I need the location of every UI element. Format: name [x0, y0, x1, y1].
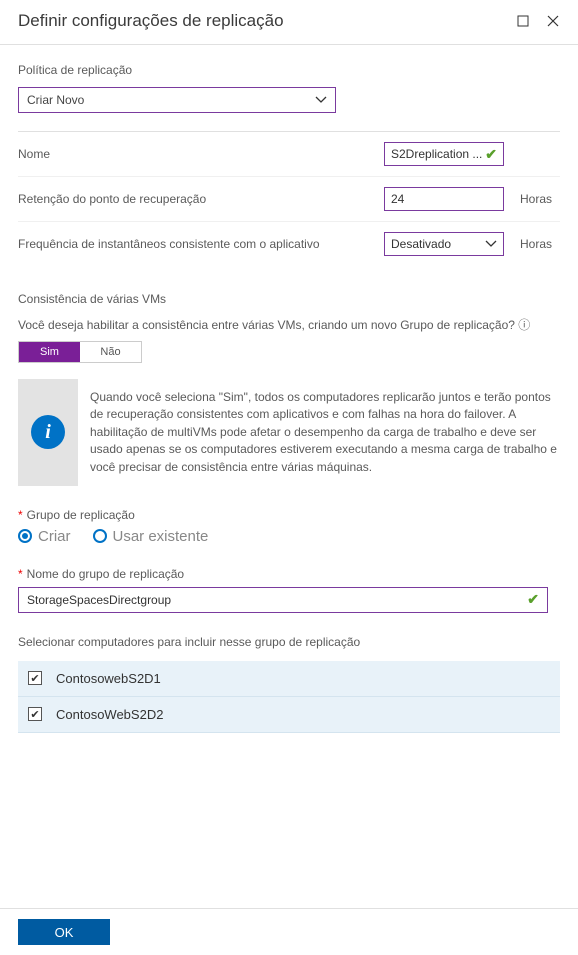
list-item-label: ContosoWebS2D2 — [56, 707, 163, 722]
multivm-heading: Consistência de várias VMs — [18, 292, 560, 306]
repgroup-name-label-text: Nome do grupo de replicação — [27, 567, 184, 581]
list-item[interactable]: ✔ ContosoWebS2D2 — [18, 697, 560, 733]
multivm-question: Você deseja habilitar a consistência ent… — [18, 316, 560, 333]
retention-input[interactable] — [391, 192, 497, 206]
checkbox[interactable]: ✔ — [28, 707, 42, 721]
radio-existing-label[interactable]: Usar existente — [113, 528, 209, 545]
check-icon: ✔ — [485, 146, 497, 163]
policy-select[interactable]: Criar Novo — [18, 87, 336, 113]
yes-no-toggle: Sim Não — [18, 341, 142, 363]
repgroup-radio-row: Criar Usar existente — [18, 528, 560, 545]
required-asterisk: * — [18, 567, 23, 581]
retention-label: Retenção do ponto de recuperação — [18, 192, 384, 206]
snapshot-label: Frequência de instantâneos consistente c… — [18, 237, 384, 251]
ok-button[interactable]: OK — [18, 919, 110, 945]
repgroup-name-label: * Nome do grupo de replicação — [18, 567, 560, 581]
required-asterisk: * — [18, 508, 23, 522]
info-box: i Quando você seleciona "Sim", todos os … — [18, 379, 560, 486]
snapshot-value: Desativado — [391, 237, 451, 251]
snapshot-select[interactable]: Desativado — [384, 232, 504, 256]
repgroup-label-text: Grupo de replicação — [27, 508, 135, 522]
page-title: Definir configurações de replicação — [18, 11, 504, 31]
info-text: Quando você seleciona "Sim", todos os co… — [78, 379, 560, 486]
repgroup-label: * Grupo de replicação — [18, 508, 560, 522]
chevron-down-icon — [315, 96, 327, 104]
list-item[interactable]: ✔ ContosowebS2D1 — [18, 661, 560, 697]
name-label: Nome — [18, 147, 384, 161]
close-button[interactable] — [542, 10, 564, 32]
checkbox[interactable]: ✔ — [28, 671, 42, 685]
list-item-label: ContosowebS2D1 — [56, 671, 161, 686]
policy-select-value: Criar Novo — [27, 93, 84, 107]
name-field-wrap: ✔ — [384, 142, 504, 166]
check-icon: ✔ — [527, 591, 539, 608]
repgroup-name-field-wrap: ✔ — [18, 587, 548, 613]
toggle-no[interactable]: Não — [80, 342, 141, 362]
repgroup-name-input[interactable] — [27, 593, 527, 607]
blade-header: Definir configurações de replicação — [0, 0, 578, 44]
footer: OK — [0, 908, 578, 955]
snapshot-unit: Horas — [520, 237, 560, 251]
info-icon-column: i — [18, 379, 78, 486]
name-input[interactable] — [391, 147, 485, 161]
chevron-down-icon — [485, 240, 497, 248]
retention-unit: Horas — [520, 192, 560, 206]
radio-create-label[interactable]: Criar — [38, 528, 71, 545]
info-icon: i — [31, 415, 65, 449]
radio-existing[interactable] — [93, 529, 107, 543]
radio-create[interactable] — [18, 529, 32, 543]
toggle-yes[interactable]: Sim — [19, 342, 80, 362]
retention-field-wrap — [384, 187, 504, 211]
policy-label: Política de replicação — [18, 63, 560, 77]
maximize-button[interactable] — [512, 10, 534, 32]
computers-label: Selecionar computadores para incluir nes… — [18, 635, 560, 649]
